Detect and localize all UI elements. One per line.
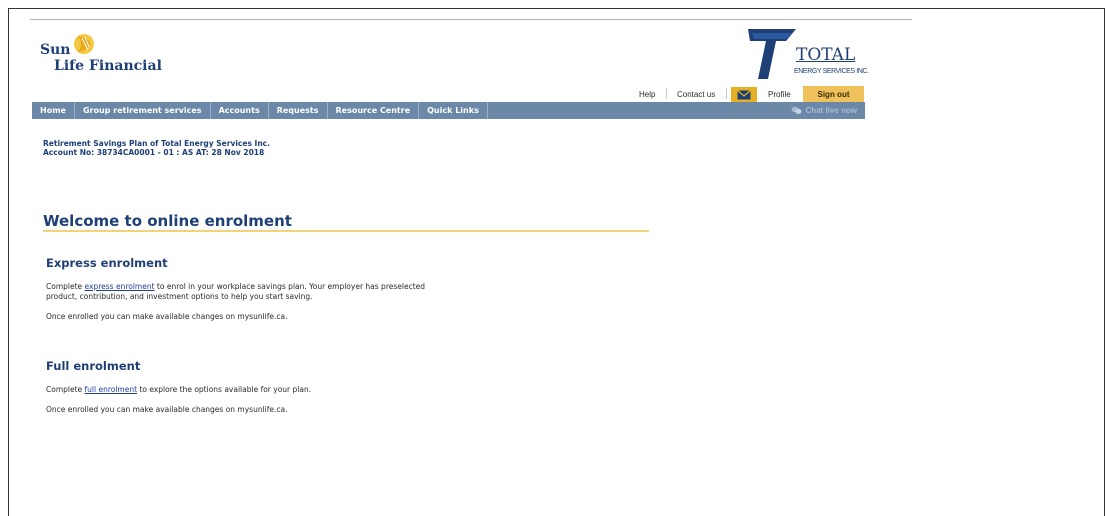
nav-item-group-retirement-services[interactable]: Group retirement services — [75, 102, 211, 119]
full-enrolment-link[interactable]: full enrolment — [85, 385, 138, 394]
nav-item-resource-centre[interactable]: Resource Centre — [328, 102, 420, 119]
text: Complete — [46, 282, 85, 291]
contact-us-link[interactable]: Contact us — [677, 90, 715, 99]
nav-item-accounts[interactable]: Accounts — [211, 102, 269, 119]
text: to enrol in your workplace savings plan.… — [154, 282, 426, 291]
top-divider — [30, 19, 912, 20]
plan-name: Retirement Savings Plan of Total Energy … — [43, 139, 270, 148]
full-enrolment-heading: Full enrolment — [46, 359, 141, 373]
full-description: Complete full enrolment to explore the o… — [46, 385, 516, 395]
chat-label: Chat live now — [805, 106, 857, 115]
nav-item-quick-links[interactable]: Quick Links — [419, 102, 488, 119]
total-logo: TOTAL ENERGY SERVICES INC. — [746, 27, 869, 81]
text: product, contribution, and investment op… — [46, 291, 313, 301]
nav-item-home[interactable]: Home — [32, 102, 75, 119]
full-changes-note: Once enrolled you can make available cha… — [46, 405, 288, 414]
envelope-icon — [737, 89, 751, 99]
main-nav: Home Group retirement services Accounts … — [32, 102, 865, 119]
page-title: Welcome to online enrolment — [43, 212, 292, 230]
express-enrolment-heading: Express enrolment — [46, 256, 168, 270]
divider — [726, 88, 727, 99]
chat-live-button[interactable]: Chat live now — [791, 102, 857, 119]
sun-logo-icon — [74, 34, 94, 54]
title-underline — [43, 230, 649, 232]
messages-button[interactable] — [731, 87, 757, 102]
page-frame — [8, 8, 1105, 516]
total-name: TOTAL — [796, 45, 856, 65]
chat-bubble-icon — [791, 106, 802, 114]
express-description: Complete express enrolment to enrol in y… — [46, 282, 516, 301]
sunlife-word-sun: Sun — [40, 42, 71, 58]
help-link[interactable]: Help — [639, 90, 655, 99]
profile-link[interactable]: Profile — [768, 90, 791, 99]
express-enrolment-link[interactable]: express enrolment — [85, 282, 155, 291]
account-number: Account No: 38734CA0001 - 01 : AS AT: 28… — [43, 148, 265, 157]
total-t-icon — [748, 29, 796, 79]
account-info: Retirement Savings Plan of Total Energy … — [43, 139, 270, 157]
sign-out-button[interactable]: Sign out — [803, 86, 864, 102]
divider — [666, 88, 667, 99]
text: Complete — [46, 385, 85, 394]
text: to explore the options available for you… — [137, 385, 312, 394]
total-subtitle: ENERGY SERVICES INC. — [794, 68, 869, 75]
sunlife-word-lifefinancial: Life Financial — [54, 58, 162, 74]
express-changes-note: Once enrolled you can make available cha… — [46, 312, 288, 321]
nav-item-requests[interactable]: Requests — [269, 102, 328, 119]
sunlife-logo[interactable]: Sun Life Financial — [40, 30, 170, 78]
